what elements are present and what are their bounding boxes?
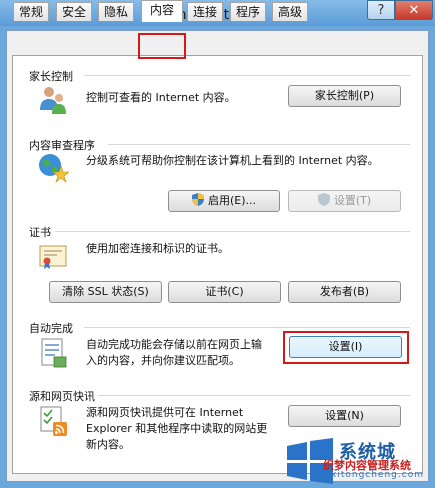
section-divider	[84, 75, 410, 76]
watermark-url: xitongcheng.com	[331, 470, 424, 480]
feeds-icon	[40, 406, 67, 436]
autocomplete-settings-highlight	[283, 331, 409, 364]
close-button[interactable]: ✕	[395, 0, 433, 20]
advisor-enable-label: 启用(E)...	[207, 194, 257, 207]
parental-description: 控制可查看的 Internet 内容。	[86, 91, 236, 104]
autocomplete-description-line1: 自动完成功能会存储以前在网页上输	[86, 338, 262, 351]
uac-shield-icon	[317, 193, 330, 206]
autocomplete-description-line2: 入的内容，并向你建议匹配项。	[86, 354, 240, 367]
tab-advanced[interactable]: 高级	[272, 2, 308, 21]
feeds-description-line1: 源和网页快讯提供可在 Internet	[86, 406, 244, 419]
certificates-section-title: 证书	[29, 226, 51, 239]
advisor-settings-button: 设置(T)	[288, 190, 401, 212]
autocomplete-form-icon	[41, 338, 67, 368]
certificate-icon	[39, 245, 67, 269]
certificates-button[interactable]: 证书(C)	[168, 281, 281, 303]
section-divider	[84, 327, 410, 328]
tab-connections[interactable]: 连接	[187, 2, 223, 21]
feeds-section-title: 源和网页快讯	[29, 390, 95, 403]
parental-section-title: 家长控制	[29, 70, 73, 83]
autocomplete-section-title: 自动完成	[29, 322, 73, 335]
advisor-description: 分级系统可帮助你控制在该计算机上看到的 Internet 内容。	[86, 154, 379, 167]
tab-security[interactable]: 安全	[56, 2, 92, 21]
watermark: 系统城 织梦内容管理系统 xitongcheng.com	[283, 438, 433, 486]
feeds-description-line3: 新内容。	[86, 438, 130, 451]
globe-star-icon	[39, 154, 69, 183]
tab-programs[interactable]: 程序	[230, 2, 266, 21]
section-divider	[55, 231, 410, 232]
advisor-settings-label: 设置(T)	[333, 194, 372, 207]
clear-ssl-state-button[interactable]: 清除 SSL 状态(S)	[49, 281, 162, 303]
publishers-button[interactable]: 发布者(B)	[288, 281, 401, 303]
advisor-section-title: 内容审查程序	[29, 139, 95, 152]
section-divider	[98, 395, 410, 396]
section-divider	[108, 144, 410, 145]
parental-users-icon	[40, 87, 66, 114]
feeds-description-line2: Explorer 和其他程序中读取的网站更	[86, 422, 268, 435]
tab-general[interactable]: 常规	[13, 2, 49, 21]
parental-controls-button[interactable]: 家长控制(P)	[288, 85, 401, 107]
tab-privacy[interactable]: 隐私	[98, 2, 134, 21]
tab-content[interactable]: 内容	[141, 0, 183, 22]
internet-properties-window: Internet 属性 ? ✕ 常规 安全 隐私 内容 连接 程序 高级 家长控…	[0, 0, 435, 488]
certificates-description: 使用加密连接和标识的证书。	[86, 242, 229, 255]
uac-shield-icon	[191, 193, 204, 206]
content-tab-highlight	[138, 33, 186, 59]
advisor-enable-button[interactable]: 启用(E)...	[168, 190, 280, 212]
feeds-settings-button[interactable]: 设置(N)	[288, 405, 401, 427]
help-button[interactable]: ?	[367, 0, 395, 20]
